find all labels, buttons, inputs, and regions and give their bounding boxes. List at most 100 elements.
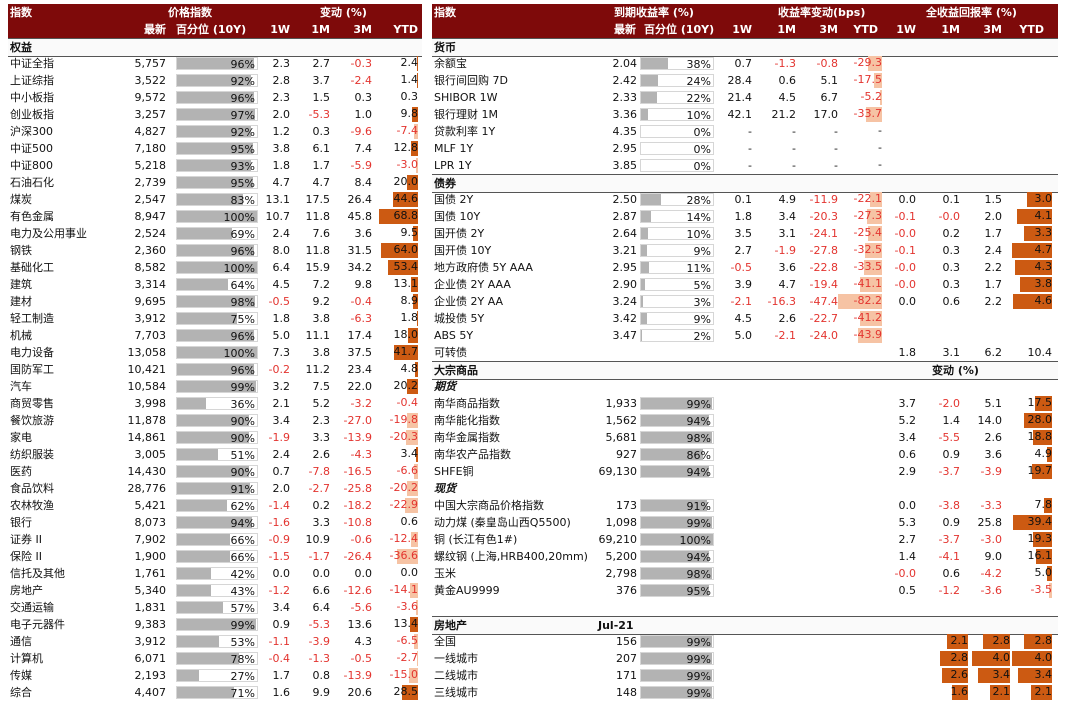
latest-value: 5,757 [134, 57, 167, 70]
change-1w: 0.7 [272, 465, 291, 478]
change-1w: 5.2 [898, 414, 917, 427]
instrument-name: 银行理财 1M [434, 108, 498, 121]
ytd-cell: 2.8 [972, 633, 1010, 650]
change-3m: 5.1 [984, 397, 1003, 410]
index-name: 机械 [10, 329, 32, 342]
change-3m: 1.0 [354, 108, 373, 121]
table-row: 南华商品指数 1,933 99% 3.7 -2.0 5.1 17.5 [432, 395, 1058, 412]
change-1w: 3.5 [734, 227, 753, 240]
col-title: 指数 [434, 6, 456, 19]
col-title: 指数 [10, 6, 32, 19]
index-name: 电力设备 [10, 346, 54, 359]
ytd-cell: -20.2 [378, 480, 418, 497]
percentile-bar: 24% [640, 74, 714, 88]
change-3m: -3.3 [980, 499, 1002, 512]
table-row: 中证500 7,180 95% 3.8 6.1 7.4 12.8 [8, 140, 422, 157]
table-row: 证券 II 7,902 66% -0.9 10.9 -0.6 -12.4 [8, 531, 422, 548]
ytd-cell: -3.5 [1012, 582, 1052, 599]
return-1m: 0.2 [942, 227, 961, 240]
change-1m: 9.9 [312, 686, 331, 699]
change-1w: 0.5 [898, 584, 917, 597]
table-row: 银行理财 1M 3.36 10% 42.1 21.2 17.0 -33.7 [432, 106, 1058, 123]
change-3m: 23.4 [347, 363, 373, 376]
ytd-value: 9.5 [400, 226, 419, 239]
latest-value: 171 [616, 669, 637, 682]
ytd-value: 2.4 [400, 56, 419, 69]
percentile-bar: 96% [176, 91, 258, 105]
table-row: 基础化工 8,582 100% 6.4 15.9 34.2 53.4 [8, 259, 422, 276]
percentile-bar: 94% [640, 465, 714, 479]
percentile-value: 36% [230, 398, 255, 411]
ytd-cell: 2.6 [928, 667, 968, 684]
ytd-value: 16.1 [1027, 549, 1053, 562]
ytd-value: 8.9 [400, 294, 419, 307]
change-1w: 5.0 [734, 329, 753, 342]
latest-value: 4,407 [134, 686, 167, 699]
col-group-price: 价格指数 [168, 6, 212, 19]
ytd-cell: 28.0 [1012, 412, 1052, 429]
table-row: 中证800 5,218 93% 1.8 1.7 -5.9 -3.0 [8, 157, 422, 174]
change-1w: -1.1 [268, 635, 290, 648]
ytd-cell: 1.6 [928, 684, 968, 701]
index-name: 传媒 [10, 669, 32, 682]
percentile-value: 91% [686, 500, 711, 513]
percentile-value: 66% [230, 534, 255, 547]
percentile-bar: 0% [640, 159, 714, 173]
index-name: 有色金属 [10, 210, 54, 223]
percentile-bar-fill [177, 636, 220, 647]
ytd-value: 2.1 [992, 685, 1011, 698]
change-3m: -0.4 [350, 295, 372, 308]
percentile-bar: 100% [176, 346, 258, 360]
change-1w: 2.7 [734, 244, 753, 257]
percentile-bar: 95% [640, 584, 714, 598]
index-name: 计算机 [10, 652, 43, 665]
change-3m: -5.6 [350, 601, 372, 614]
percentile-bar-fill [177, 534, 230, 545]
percentile-bar: 36% [176, 397, 258, 411]
percentile-bar: 99% [176, 618, 258, 632]
instrument-name: 一线城市 [434, 652, 478, 665]
col-ytd: YTD [853, 23, 878, 36]
return-1w: 0.0 [898, 295, 917, 308]
ytd-cell: 20.2 [378, 378, 418, 395]
ytd-value: -25.4 [853, 226, 882, 239]
latest-value: 148 [616, 686, 637, 699]
change-1m: 4.7 [778, 278, 797, 291]
table-row: 商贸零售 3,998 36% 2.1 5.2 -3.2 -0.4 [8, 395, 422, 412]
percentile-bar: 96% [176, 244, 258, 258]
table-row: 一线城市 207 99% 2.8 4.0 4.0 [432, 650, 1058, 667]
ytd-cell: 0.0 [378, 565, 419, 582]
col-3m: 3M [353, 23, 372, 36]
return-1w: 1.8 [898, 346, 917, 359]
ytd-value: -3.6 [396, 600, 418, 613]
ytd-cell: -7.4 [378, 123, 418, 140]
ytd-cell: 64.0 [378, 242, 418, 259]
change-1m: -1.3 [774, 57, 796, 70]
table-row: 电力及公用事业 2,524 69% 2.4 7.6 3.6 9.5 [8, 225, 422, 242]
percentile-bar: 42% [176, 567, 258, 581]
percentile-bar-fill [177, 670, 199, 681]
change-1w: 0.9 [272, 618, 291, 631]
col-group-total-return: 全收益回报率 (%) [926, 6, 1017, 19]
latest-value: 14,430 [127, 465, 167, 478]
index-name: 电子元器件 [10, 618, 65, 631]
percentile-value: 66% [230, 551, 255, 564]
percentile-value: 90% [230, 466, 255, 479]
percentile-bar: 96% [176, 57, 258, 71]
latest-value: 7,902 [134, 533, 167, 546]
return-1w [886, 310, 916, 327]
ytd-value: 0.3 [400, 90, 419, 103]
change-1w: 2.4 [272, 227, 291, 240]
table-row: 电子元器件 9,383 99% 0.9 -5.3 13.6 13.4 [8, 616, 422, 633]
table-row: 国开债 10Y 3.21 9% 2.7 -1.9 -27.8 -32.5 -0.1 0.3 2.4… [432, 242, 1058, 259]
latest-value: 3,522 [134, 74, 167, 87]
percentile-bar-fill [641, 262, 649, 273]
ytd-cell: 2.4 [378, 55, 418, 72]
change-1w: 7.3 [272, 346, 291, 359]
latest-value: 2.64 [612, 227, 638, 240]
percentile-bar-fill [177, 228, 233, 239]
latest-value: 3.24 [612, 295, 638, 308]
table-row: 三线城市 148 99% 1.6 2.1 2.1 [432, 684, 1058, 701]
latest-value: 2,360 [134, 244, 167, 257]
instrument-name: 城投债 5Y [434, 312, 485, 325]
